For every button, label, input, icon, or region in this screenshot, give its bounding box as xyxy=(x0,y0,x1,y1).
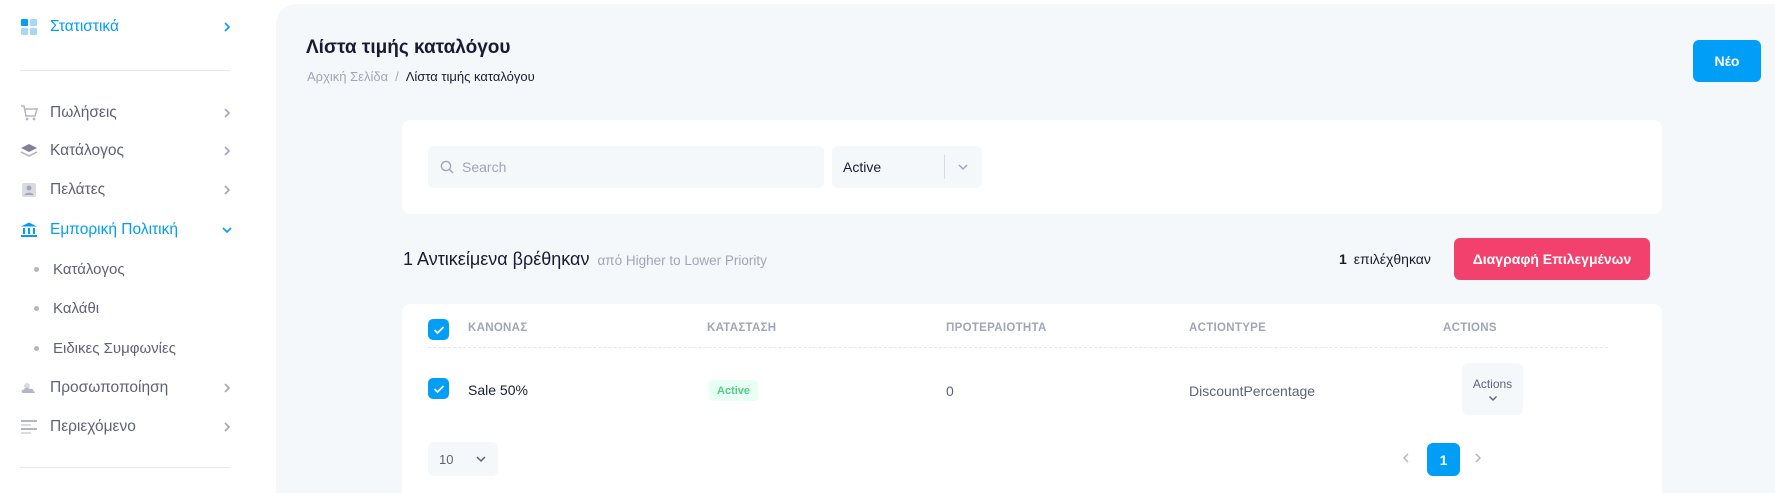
breadcrumb-separator: / xyxy=(395,69,399,84)
row-actions-button[interactable]: Actions xyxy=(1462,363,1523,415)
sidebar-item-label: Εμπορική Πολιτική xyxy=(50,221,178,238)
row-checkbox[interactable] xyxy=(428,378,449,399)
delete-selected-button[interactable]: Διαγραφή Επιλεγμένων xyxy=(1454,238,1650,280)
bullet-icon xyxy=(34,305,39,311)
column-header-status[interactable]: ΚΑΤΑΣΤΑΣΗ xyxy=(707,322,776,334)
sidebar-item-statistics[interactable]: Στατιστικά xyxy=(20,13,234,41)
sidebar-item-catalog[interactable]: Κατάλογος xyxy=(20,137,234,165)
selected-info: 1 επιλέχθηκαν xyxy=(1339,251,1431,267)
sidebar-subitem-label: Ειδικες Συμφωνίες xyxy=(53,339,176,357)
page-size-value: 10 xyxy=(439,451,454,467)
bank-icon xyxy=(20,221,38,239)
chevron-down-icon xyxy=(945,163,981,171)
sidebar-item-label: Περιεχόμενο xyxy=(50,418,136,435)
chevron-right-icon xyxy=(220,183,234,197)
column-header-action-type[interactable]: ACTIONTYPE xyxy=(1189,322,1266,334)
filter-card: Active xyxy=(402,120,1662,214)
breadcrumb-current: Λίστα τιμής καταλόγου xyxy=(405,69,535,84)
bullet-icon xyxy=(34,266,39,272)
pagination-next-button[interactable] xyxy=(1470,450,1486,466)
table-header-divider xyxy=(428,347,1608,348)
sidebar-item-content[interactable]: Περιεχόμενο xyxy=(20,413,234,441)
contacts-icon xyxy=(20,181,38,199)
breadcrumb: Αρχική Σελίδα / Λίστα τιμής καταλόγου xyxy=(307,69,535,84)
check-icon xyxy=(433,384,444,393)
column-header-actions: ACTIONS xyxy=(1443,322,1497,334)
breadcrumb-home-link[interactable]: Αρχική Σελίδα xyxy=(307,69,388,84)
chevron-right-icon xyxy=(220,420,234,434)
search-icon xyxy=(440,160,454,174)
check-icon xyxy=(433,325,444,334)
sidebar-item-label: Κατάλογος xyxy=(50,142,124,159)
sidebar-subitem-label: Καλάθι xyxy=(53,299,100,317)
pagination-page-current[interactable]: 1 xyxy=(1427,443,1460,476)
weather-icon xyxy=(20,379,38,397)
page-title: Λίστα τιμής καταλόγου xyxy=(306,37,511,58)
status-select-value: Active xyxy=(843,159,882,175)
chevron-down-icon xyxy=(220,223,234,237)
chevron-down-icon xyxy=(1488,395,1497,401)
page-size-select[interactable]: 10 xyxy=(428,442,498,476)
main-content: Λίστα τιμής καταλόγου Αρχική Σελίδα / Λί… xyxy=(276,4,1775,493)
row-action-type: DiscountPercentage xyxy=(1189,383,1316,399)
selected-label: επιλέχθηκαν xyxy=(1353,251,1431,267)
search-input[interactable] xyxy=(462,159,802,175)
results-count: 1 Αντικείμενα βρέθηκαν xyxy=(403,249,590,269)
sidebar-subitem-label: Κατάλογος xyxy=(53,260,125,278)
status-badge: Active xyxy=(709,380,759,401)
chevron-right-icon xyxy=(220,20,234,34)
sidebar: Στατιστικά Πωλήσεις Κατάλογος Πελάτες Εμ… xyxy=(0,0,276,493)
status-select[interactable]: Active xyxy=(832,146,982,188)
results-summary: 1 Αντικείμενα βρέθηκαν από Higher to Low… xyxy=(403,249,767,270)
new-button[interactable]: Νέο xyxy=(1693,40,1761,82)
chevron-right-icon xyxy=(220,381,234,395)
app-root: Στατιστικά Πωλήσεις Κατάλογος Πελάτες Εμ… xyxy=(0,0,1775,493)
pagination-prev-button[interactable] xyxy=(1398,450,1414,466)
sidebar-item-label: Πελάτες xyxy=(50,181,106,198)
chevron-right-icon xyxy=(220,106,234,120)
sidebar-item-label: Στατιστικά xyxy=(50,18,119,35)
chevron-right-icon xyxy=(1475,453,1482,463)
sidebar-item-label: Πωλήσεις xyxy=(50,104,117,121)
sidebar-divider xyxy=(20,70,230,71)
chevron-down-icon xyxy=(476,456,486,463)
sidebar-item-commercial-policy[interactable]: Εμπορική Πολιτική xyxy=(20,216,234,244)
layers-icon xyxy=(20,142,38,160)
sidebar-item-customers[interactable]: Πελάτες xyxy=(20,176,234,204)
column-header-priority[interactable]: ΠΡΟΤΕΡΑΙΟΤΗΤΑ xyxy=(946,322,1047,334)
search-box[interactable] xyxy=(428,146,824,188)
dashboard-icon xyxy=(20,18,38,36)
bullet-icon xyxy=(34,345,39,351)
sidebar-subitem-cart[interactable]: Καλάθι xyxy=(34,295,99,321)
select-all-checkbox[interactable] xyxy=(428,319,449,340)
sidebar-item-sales[interactable]: Πωλήσεις xyxy=(20,99,234,127)
sidebar-subitem-catalog[interactable]: Κατάλογος xyxy=(34,256,125,282)
chevron-left-icon xyxy=(1402,453,1409,463)
column-header-rule[interactable]: ΚΑΝΟΝΑΣ xyxy=(468,322,527,334)
results-sort-info: από Higher to Lower Priority xyxy=(597,253,767,268)
chevron-right-icon xyxy=(220,144,234,158)
row-priority: 0 xyxy=(946,383,954,399)
sidebar-divider xyxy=(20,467,230,468)
sidebar-subitem-special-agreements[interactable]: Ειδικες Συμφωνίες xyxy=(34,335,176,361)
rules-table: ΚΑΝΟΝΑΣ ΚΑΤΑΣΤΑΣΗ ΠΡΟΤΕΡΑΙΟΤΗΤΑ ACTIONTY… xyxy=(402,304,1662,493)
sidebar-item-personalization[interactable]: Προσωποποίηση xyxy=(20,374,234,402)
sidebar-item-label: Προσωποποίηση xyxy=(50,379,169,396)
cart-icon xyxy=(20,104,38,122)
selected-count: 1 xyxy=(1339,251,1347,267)
row-rule-name[interactable]: Sale 50% xyxy=(468,382,528,398)
actions-label: Actions xyxy=(1472,376,1513,391)
text-align-icon xyxy=(20,418,38,436)
